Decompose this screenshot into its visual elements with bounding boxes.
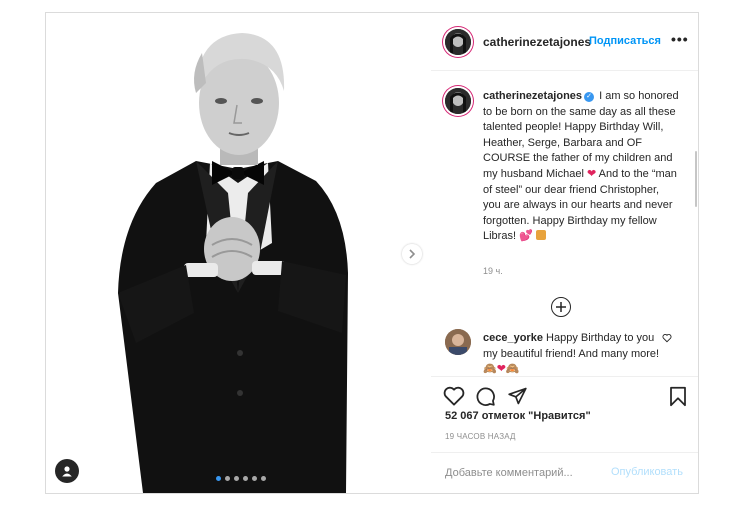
caption-username[interactable]: catherinezetajones	[483, 90, 582, 102]
carousel-dot	[225, 476, 230, 481]
comments-section[interactable]: catherinezetajones ✓ I am so honored to b…	[431, 71, 698, 375]
comment-item: cece_yorke Happy Birthday to you my beau…	[483, 331, 663, 375]
user-tag-icon	[62, 466, 72, 477]
emoji-icon: 🙈	[505, 363, 520, 375]
carousel-dot	[252, 476, 257, 481]
post-caption: catherinezetajones ✓ I am so honored to b…	[483, 89, 679, 245]
commenter-username[interactable]: cece_yorke	[483, 332, 543, 344]
carousel-dot	[243, 476, 248, 481]
heart-emoji-icon: ❤	[496, 363, 506, 375]
save-button[interactable]	[669, 386, 687, 412]
add-comment-icon	[556, 302, 566, 312]
chevron-right-icon	[409, 249, 416, 259]
load-more-comments-button[interactable]	[551, 297, 571, 317]
carousel-indicator	[216, 476, 266, 481]
carousel-dot	[216, 476, 221, 481]
bookmark-icon	[670, 386, 686, 407]
caption-text-part1: I am so honored to be born on the same d…	[483, 90, 679, 180]
more-options-button[interactable]: •••	[671, 31, 689, 47]
like-button[interactable]	[443, 386, 465, 411]
author-username[interactable]: catherinezetajones	[483, 35, 591, 49]
post-photo	[46, 13, 430, 493]
comment-input[interactable]	[443, 463, 607, 483]
post-side-panel: catherinezetajones Подписаться ••• cathe…	[431, 13, 698, 493]
author-avatar[interactable]	[445, 29, 471, 55]
heart-icon	[443, 386, 465, 406]
comment-icon	[476, 387, 495, 406]
caption-author-avatar[interactable]	[445, 88, 471, 114]
caption-time[interactable]: 19 ч.	[483, 266, 503, 276]
next-slide-button[interactable]	[402, 244, 422, 264]
instagram-post: catherinezetajones Подписаться ••• cathe…	[45, 12, 699, 494]
carousel-dot	[234, 476, 239, 481]
post-header: catherinezetajones Подписаться •••	[431, 13, 698, 71]
emoji-icon: 🙈	[483, 363, 497, 375]
comment-button[interactable]	[475, 386, 496, 412]
post-media[interactable]	[46, 13, 430, 493]
gift-emoji-icon	[535, 230, 546, 241]
commenter-avatar[interactable]	[445, 329, 471, 355]
follow-button[interactable]: Подписаться	[589, 35, 661, 47]
verified-icon: ✓	[584, 92, 595, 102]
hearts-emoji-icon: 💕	[519, 230, 533, 243]
comment-like-button[interactable]	[662, 333, 672, 346]
share-icon	[508, 387, 527, 405]
post-timestamp[interactable]: 19 ЧАСОВ НАЗАД	[445, 432, 516, 441]
heart-icon	[662, 334, 672, 343]
post-actions-bar	[431, 376, 698, 413]
comments-scrollbar[interactable]	[695, 151, 697, 207]
carousel-dot	[261, 476, 266, 481]
publish-button[interactable]: Опубликовать	[611, 466, 683, 478]
add-comment-form: Опубликовать	[431, 452, 698, 494]
heart-emoji-icon: ❤	[586, 167, 597, 180]
share-button[interactable]	[507, 386, 528, 411]
likes-count[interactable]: 52 067 отметок "Нравится"	[445, 410, 591, 422]
tagged-users-button[interactable]	[55, 459, 79, 483]
